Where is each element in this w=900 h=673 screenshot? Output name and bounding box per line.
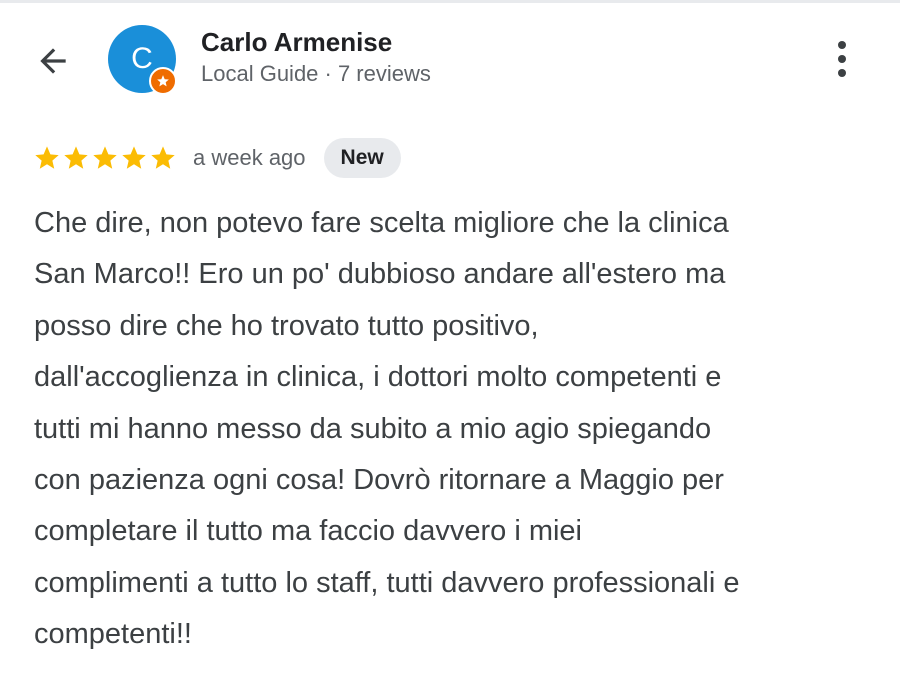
star-icon bbox=[93, 146, 117, 169]
star-icon bbox=[151, 146, 175, 169]
back-button[interactable] bbox=[28, 36, 78, 86]
review-meta: a week ago New bbox=[33, 137, 401, 179]
more-vertical-icon bbox=[838, 41, 846, 77]
top-divider bbox=[0, 0, 900, 3]
new-badge: New bbox=[323, 138, 401, 178]
star-icon bbox=[122, 146, 146, 169]
avatar[interactable]: C bbox=[108, 25, 177, 95]
review-time: a week ago bbox=[193, 145, 306, 170]
review-text: Che dire, non potevo fare scelta miglior… bbox=[34, 207, 740, 651]
more-options-button[interactable] bbox=[820, 36, 864, 82]
reviewer-name[interactable]: Carlo Armenise bbox=[201, 27, 392, 58]
star-icon bbox=[64, 146, 88, 169]
star-rating bbox=[33, 144, 177, 172]
arrow-left-icon bbox=[40, 48, 66, 74]
reviewer-subtitle: Local Guide · 7 reviews bbox=[201, 61, 431, 86]
star-icon bbox=[35, 146, 59, 169]
local-guide-star-icon bbox=[149, 67, 177, 95]
